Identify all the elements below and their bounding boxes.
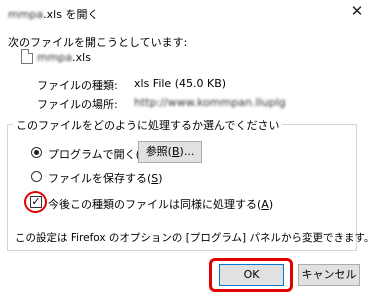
save-file-label[interactable]: ファイルを保存する(S): [48, 170, 163, 186]
remember-label-end: ): [268, 198, 274, 211]
window-title-filename: mmpa: [8, 8, 44, 21]
action-groupbox-legend: このファイルをどのように処理するか選んでください: [13, 117, 283, 133]
browse-button[interactable]: 参照(B)...: [138, 141, 202, 163]
settings-info-text: この設定は Firefox のオプションの [プログラム] パネルから変更できま…: [15, 232, 368, 244]
file-location-label: ファイルの場所:: [37, 98, 118, 111]
file-name-suffix: .xls: [72, 51, 91, 64]
file-name: mmpa.xls: [37, 51, 91, 64]
browse-button-accesskey: B: [171, 145, 180, 158]
file-icon: [21, 49, 33, 64]
open-with-radio[interactable]: [31, 147, 42, 158]
window-title-suffix: .xls を開く: [43, 8, 99, 21]
save-file-label-end: ): [158, 172, 163, 185]
file-location-value: http://www.kommpan.lluplg: [134, 96, 286, 109]
remember-checkbox[interactable]: ✓: [30, 196, 42, 208]
file-name-blurred: mmpa: [37, 51, 73, 64]
browse-button-end: )...: [179, 145, 195, 158]
remember-label-text: 今後この種類のファイルは同様に処理する(: [48, 198, 262, 211]
intro-text: 次のファイルを開こうとしています:: [8, 36, 188, 49]
title-bar: mmpa.xls を開く ✕: [0, 0, 368, 26]
open-with-label-text: プログラムで開く(: [48, 148, 140, 161]
cancel-button[interactable]: キャンセル: [298, 264, 360, 286]
file-type-value: xls File (45.0 KB): [134, 77, 227, 90]
browse-button-text: 参照(: [145, 145, 172, 158]
ok-button[interactable]: OK: [219, 264, 284, 286]
save-file-label-text: ファイルを保存する(: [48, 172, 152, 185]
remember-label[interactable]: 今後この種類のファイルは同様に処理する(A): [48, 196, 273, 212]
save-file-radio[interactable]: [31, 171, 42, 182]
remember-accesskey: A: [261, 198, 269, 211]
close-icon[interactable]: ✕: [349, 3, 365, 19]
file-type-label: ファイルの種類:: [37, 79, 118, 92]
window-title: mmpa.xls を開く: [8, 6, 98, 22]
